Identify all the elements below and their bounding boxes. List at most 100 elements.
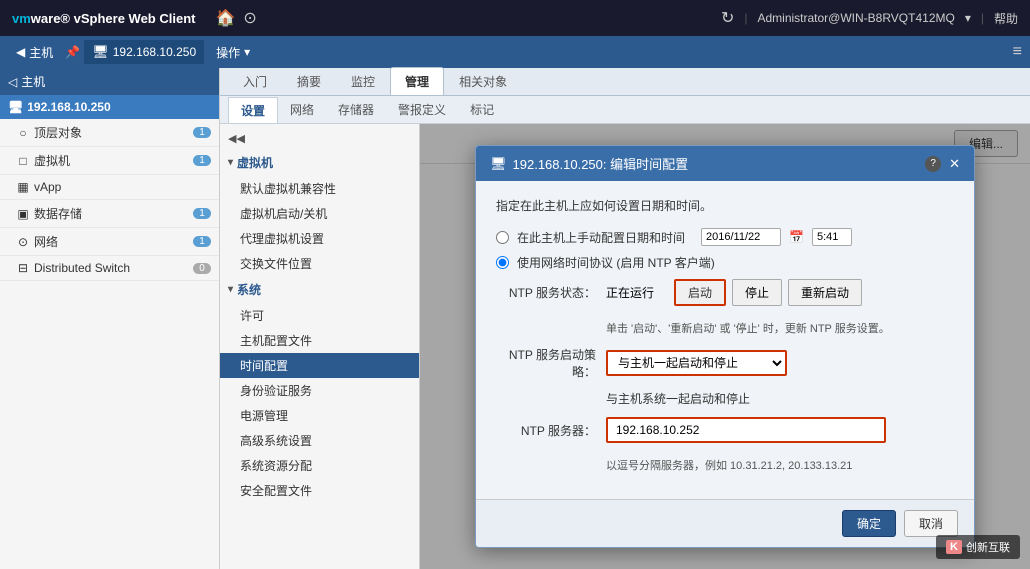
cal-icon[interactable]: 📅 xyxy=(789,230,804,244)
option2-row: 使用网络时间协议 (启用 NTP 客户端) xyxy=(496,254,954,271)
vapp-icon: ▦ xyxy=(16,180,30,194)
subtab-alarms[interactable]: 警报定义 xyxy=(386,97,458,122)
panel-link-time-config[interactable]: 时间配置 xyxy=(220,353,419,378)
right-panel: 编辑... 🖥 192.168.10.250: 编辑时间配置 ? xyxy=(420,124,1030,569)
ops-dropdown-icon: ▾ xyxy=(244,45,250,59)
sidebar-header-icon: ◁ xyxy=(8,75,17,89)
sidebar-item-top-objects[interactable]: ○ 顶层对象 1 xyxy=(0,119,219,147)
startup-label: NTP 服务启动策略： xyxy=(496,346,596,380)
subtab-network[interactable]: 网络 xyxy=(278,97,326,122)
tab-related[interactable]: 相关对象 xyxy=(444,67,522,95)
subtab-tags[interactable]: 标记 xyxy=(458,97,506,122)
ntp-section: NTP 服务状态： 正在运行 启动 停止 重新启动 xyxy=(496,279,954,473)
startup-option2-label: 与主机系统一起启动和停止 xyxy=(606,390,750,407)
sidebar-item-distributed-switch[interactable]: ⊟ Distributed Switch 0 xyxy=(0,256,219,281)
tab-monitor[interactable]: 监控 xyxy=(336,67,390,95)
collapse-button[interactable]: ◀◀ xyxy=(220,128,419,149)
panel-link-vm-startup[interactable]: 虚拟机启动/关机 xyxy=(220,201,419,226)
ops-menu[interactable]: 操作 ▾ xyxy=(208,40,258,65)
panel-link-swap[interactable]: 交换文件位置 xyxy=(220,251,419,276)
sidebar-menu-icon[interactable]: ≡ xyxy=(1013,43,1022,61)
topbar: vmware® vSphere Web Client 🏠 ⊙ ↻ | Admin… xyxy=(0,0,1030,36)
sidebar-item-vms[interactable]: □ 虚拟机 1 xyxy=(0,147,219,175)
panel-link-resource[interactable]: 系统资源分配 xyxy=(220,453,419,478)
startup-dropdown: 与主机一起启动和停止 与主机系统一起启动和停止 手动启动和停止 xyxy=(606,350,787,376)
cancel-button[interactable]: 取消 xyxy=(904,510,958,537)
user-dropdown-icon[interactable]: ▾ xyxy=(965,11,971,25)
ntp-note: 单击 '启动'、'重新启动' 或 '停止' 时，更新 NTP 服务设置。 xyxy=(606,320,890,336)
host-icon: 🖥 xyxy=(8,100,23,114)
tab-summary[interactable]: 摘要 xyxy=(282,67,336,95)
refresh-icon[interactable]: ↻ xyxy=(721,8,734,28)
top-objects-icon: ○ xyxy=(16,126,30,140)
tab-manage[interactable]: 管理 xyxy=(390,67,444,95)
panel-link-vm-compat[interactable]: 默认虚拟机兼容性 xyxy=(220,176,419,201)
modal-help-icon[interactable]: ? xyxy=(925,156,941,172)
ntp-start-button[interactable]: 启动 xyxy=(674,279,726,306)
ntp-stop-button[interactable]: 停止 xyxy=(732,279,782,306)
modal-host-icon: 🖥 xyxy=(490,156,507,172)
user-label: Administrator@WIN-B8RVQT412MQ xyxy=(757,11,954,25)
server-input-wrap xyxy=(606,417,886,443)
datastore-icon: ▣ xyxy=(16,207,30,221)
subtab-settings[interactable]: 设置 xyxy=(228,97,278,123)
watermark: K 创新互联 xyxy=(936,535,1020,559)
date-input[interactable] xyxy=(701,228,781,246)
sidebar-item-vapp[interactable]: ▦ vApp xyxy=(0,175,219,200)
ntp-server-row: NTP 服务器： xyxy=(496,417,954,443)
vmware-logo: vmware® vSphere Web Client xyxy=(12,11,195,26)
modal-footer: 确定 取消 xyxy=(476,499,974,547)
sidebar-host[interactable]: 🖥 192.168.10.250 xyxy=(0,95,219,119)
watermark-text: 创新互联 xyxy=(966,539,1010,555)
panel-section-vm[interactable]: 虚拟机 xyxy=(220,149,419,176)
home-icon[interactable]: 🏠 xyxy=(215,8,235,28)
option1-radio[interactable] xyxy=(496,231,509,244)
panel-link-license[interactable]: 许可 xyxy=(220,303,419,328)
modal-title: 192.168.10.250: 编辑时间配置 xyxy=(513,154,689,173)
ntp-server-input[interactable] xyxy=(606,417,886,443)
panel-section-system[interactable]: 系统 xyxy=(220,276,419,303)
topbar-right: ↻ | Administrator@WIN-B8RVQT412MQ ▾ | 帮助 xyxy=(721,8,1018,28)
option2-radio[interactable] xyxy=(496,256,509,269)
nav-home[interactable]: ◀ 主机 xyxy=(8,40,61,65)
sidebar-item-datastores[interactable]: ▣ 数据存储 1 xyxy=(0,200,219,228)
ok-button[interactable]: 确定 xyxy=(842,510,896,537)
modal-header: 🖥 192.168.10.250: 编辑时间配置 ? ✕ xyxy=(476,146,974,181)
modal-body: 指定在此主机上应如何设置日期和时间。 在此主机上手动配置日期和时间 📅 xyxy=(476,181,974,499)
subtab-storage[interactable]: 存储器 xyxy=(326,97,386,122)
option1-row: 在此主机上手动配置日期和时间 📅 xyxy=(496,228,954,246)
ntp-btn-row: 启动 停止 重新启动 xyxy=(674,279,862,306)
server-hint: 以逗号分隔服务器，例如 10.31.21.2, 20.133.13.21 xyxy=(606,457,852,473)
bookmark-icon[interactable]: ⊙ xyxy=(243,8,256,28)
left-panel: ◀◀ 虚拟机 默认虚拟机兼容性 虚拟机启动/关机 代理虚拟机设置 交换文件位置 … xyxy=(220,124,420,569)
host-item[interactable]: 🖥 192.168.10.250 xyxy=(84,40,204,64)
panel-link-auth[interactable]: 身份验证服务 xyxy=(220,378,419,403)
modal-description: 指定在此主机上应如何设置日期和时间。 xyxy=(496,197,954,214)
sidebar: ◁ 主机 🖥 192.168.10.250 ○ 顶层对象 1 □ 虚拟机 1 ▦… xyxy=(0,68,220,569)
ntp-status-value: 正在运行 xyxy=(606,284,654,301)
server-hint-row: 以逗号分隔服务器，例如 10.31.21.2, 20.133.13.21 xyxy=(496,453,954,473)
tab-bar: 入门 摘要 监控 管理 相关对象 xyxy=(220,68,1030,96)
sidebar-item-network[interactable]: ⊙ 网络 1 xyxy=(0,228,219,256)
ntp-status-label: NTP 服务状态： xyxy=(496,284,596,301)
pin-icon[interactable]: 📌 xyxy=(65,45,80,59)
panel-link-host-profile[interactable]: 主机配置文件 xyxy=(220,328,419,353)
ntp-startup-row: NTP 服务启动策略： 与主机一起启动和停止 与主机系统一起启动和停止 手动启动… xyxy=(496,346,954,380)
time-input[interactable] xyxy=(812,228,852,246)
startup-select[interactable]: 与主机一起启动和停止 与主机系统一起启动和停止 手动启动和停止 xyxy=(606,350,787,376)
secondbar: ◀ 主机 📌 🖥 192.168.10.250 操作 ▾ ≡ xyxy=(0,36,1030,68)
divider: | xyxy=(744,11,747,25)
ntp-restart-button[interactable]: 重新启动 xyxy=(788,279,862,306)
tab-intro[interactable]: 入门 xyxy=(228,67,282,95)
help-link[interactable]: 帮助 xyxy=(994,10,1018,27)
topbar-icons: 🏠 ⊙ xyxy=(215,8,256,28)
vm-icon: □ xyxy=(16,154,30,168)
panel-link-agent-vm[interactable]: 代理虚拟机设置 xyxy=(220,226,419,251)
modal-close-icon[interactable]: ✕ xyxy=(949,156,960,172)
back-icon: ◀ xyxy=(16,45,25,59)
panel-link-security[interactable]: 安全配置文件 xyxy=(220,478,419,503)
network-icon: ⊙ xyxy=(16,235,30,249)
content-area: 入门 摘要 监控 管理 相关对象 设置 网络 存储器 警报定义 标记 ◀◀ 虚拟… xyxy=(220,68,1030,569)
panel-link-power[interactable]: 电源管理 xyxy=(220,403,419,428)
panel-link-adv-settings[interactable]: 高级系统设置 xyxy=(220,428,419,453)
